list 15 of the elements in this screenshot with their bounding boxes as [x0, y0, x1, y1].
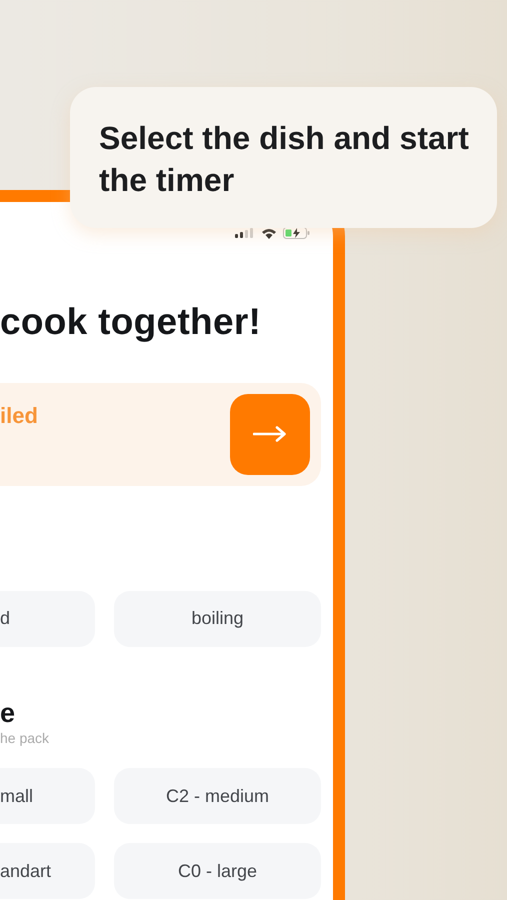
size-chip[interactable]: andart [0, 843, 95, 900]
size-chip[interactable]: C2 - medium [114, 768, 321, 824]
dish-type-chip[interactable]: d [0, 590, 95, 647]
caption-text: Select the dish and start the timer [99, 119, 470, 200]
dish-type-chip[interactable]: boiling [114, 590, 321, 647]
banner-text: iled [0, 402, 38, 429]
size-chip[interactable]: C0 - large [114, 843, 321, 900]
arrow-right-icon [253, 426, 287, 442]
section-title: e [0, 698, 16, 728]
size-chip[interactable]: mall [0, 768, 95, 824]
signal-icon [235, 228, 255, 238]
wifi-icon [261, 228, 277, 238]
screen-title: cook together! [0, 302, 262, 343]
section-subtitle: he pack [0, 730, 50, 746]
next-button[interactable] [230, 394, 310, 475]
